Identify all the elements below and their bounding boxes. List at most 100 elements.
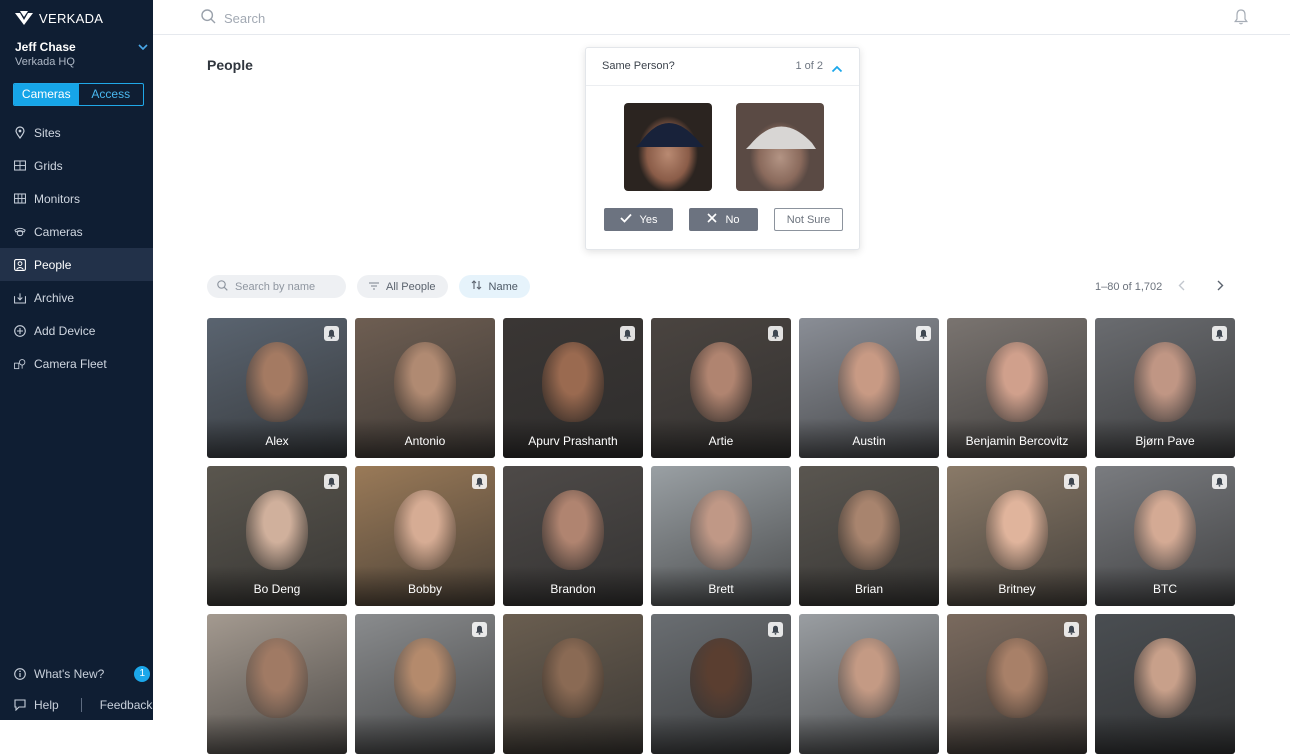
person-name: Brian xyxy=(854,582,883,596)
sidebar-item-archive[interactable]: Archive xyxy=(0,281,153,314)
popover-actions: Yes No Not Sure xyxy=(604,208,843,231)
person-card[interactable] xyxy=(651,614,791,754)
sidebar: VERKADA Jeff Chase Verkada HQ Cameras Ac… xyxy=(0,0,153,720)
person-photo xyxy=(542,638,604,719)
person-card[interactable] xyxy=(503,614,643,754)
person-card[interactable] xyxy=(1095,614,1235,754)
no-button[interactable]: No xyxy=(689,208,758,231)
pagination-range: 1–80 of 1,702 xyxy=(1095,281,1163,293)
product-switcher: Cameras Access xyxy=(13,83,144,106)
bell-icon[interactable] xyxy=(1064,474,1079,489)
bell-icon[interactable] xyxy=(472,474,487,489)
person-card[interactable] xyxy=(207,614,347,754)
bell-icon[interactable] xyxy=(472,622,487,637)
whats-new-label: What's New? xyxy=(34,666,105,681)
verkada-logo[interactable]: VERKADA xyxy=(15,10,103,26)
person-photo xyxy=(690,490,752,571)
people-grid: Alex Antonio Apurv Prashanth Artie Austin Ben… xyxy=(207,318,1238,754)
bell-icon[interactable] xyxy=(768,622,783,637)
person-photo xyxy=(542,490,604,571)
all-people-filter[interactable]: All People xyxy=(357,275,448,298)
sidebar-item-cameras[interactable]: Cameras xyxy=(0,215,153,248)
search-input[interactable]: Search xyxy=(224,11,265,26)
bell-icon[interactable] xyxy=(768,326,783,341)
caption-shade xyxy=(207,714,347,754)
person-card[interactable]: Artie xyxy=(651,318,791,458)
sort-icon xyxy=(471,280,482,293)
sidebar-item-label: People xyxy=(34,257,72,272)
divider xyxy=(80,697,82,712)
no-label: No xyxy=(725,213,740,226)
person-photo xyxy=(246,342,308,423)
bell-icon[interactable] xyxy=(620,326,635,341)
filter-icon xyxy=(369,281,379,293)
person-photo xyxy=(394,342,456,423)
person-card[interactable]: Bjørn Pave xyxy=(1095,318,1235,458)
sidebar-item-sites[interactable]: Sites xyxy=(0,116,153,149)
yes-label: Yes xyxy=(639,213,658,226)
bell-icon[interactable] xyxy=(1212,326,1227,341)
bell-icon[interactable] xyxy=(324,474,339,489)
person-name: Brandon xyxy=(550,582,596,596)
person-photo xyxy=(986,342,1048,423)
sidebar-item-grids[interactable]: Grids xyxy=(0,149,153,182)
user-menu[interactable]: Jeff Chase Verkada HQ xyxy=(15,40,150,68)
help-link[interactable]: Help xyxy=(34,698,59,712)
sidebar-item-people[interactable]: People xyxy=(0,248,153,281)
person-photo xyxy=(986,638,1048,719)
person-card[interactable]: Brandon xyxy=(503,466,643,606)
name-search[interactable]: Search by name xyxy=(207,275,346,298)
person-card[interactable]: Austin xyxy=(799,318,939,458)
chevron-right-icon[interactable] xyxy=(1217,280,1224,294)
feedback-link[interactable]: Feedback xyxy=(100,698,153,712)
bell-icon[interactable] xyxy=(916,326,931,341)
popover-count: 1 of 2 xyxy=(795,60,823,72)
filter-bar: Search by name All People Name xyxy=(207,275,530,298)
global-search[interactable]: Search xyxy=(201,9,265,27)
bell-icon[interactable] xyxy=(1212,474,1227,489)
person-card[interactable]: Bobby xyxy=(355,466,495,606)
person-photo xyxy=(838,490,900,571)
sidebar-item-monitors[interactable]: Monitors xyxy=(0,182,153,215)
access-tab[interactable]: Access xyxy=(79,84,144,105)
bell-icon[interactable] xyxy=(1234,9,1248,30)
all-people-label: All People xyxy=(386,280,436,293)
archive-icon xyxy=(14,292,26,304)
compare-photos xyxy=(624,103,824,191)
sidebar-item-camera-fleet[interactable]: Camera Fleet xyxy=(0,347,153,380)
not-sure-button[interactable]: Not Sure xyxy=(774,208,843,231)
person-card[interactable]: Apurv Prashanth xyxy=(503,318,643,458)
sort-button[interactable]: Name xyxy=(458,275,530,298)
person-card[interactable]: Britney xyxy=(947,466,1087,606)
person-icon xyxy=(14,258,26,271)
page-title: People xyxy=(207,57,253,73)
person-card[interactable]: Benjamin Bercovitz xyxy=(947,318,1087,458)
person-photo xyxy=(838,342,900,423)
verkada-logo-icon xyxy=(15,11,33,25)
chevron-down-icon[interactable] xyxy=(138,42,148,53)
person-card[interactable]: Brett xyxy=(651,466,791,606)
person-card[interactable] xyxy=(799,614,939,754)
chevron-up-icon[interactable] xyxy=(831,60,843,78)
person-card[interactable] xyxy=(947,614,1087,754)
cameras-tab[interactable]: Cameras xyxy=(14,84,79,105)
person-card[interactable] xyxy=(355,614,495,754)
person-name: Bjørn Pave xyxy=(1135,434,1195,448)
person-card[interactable]: Antonio xyxy=(355,318,495,458)
name-search-input[interactable]: Search by name xyxy=(235,281,315,293)
info-icon xyxy=(14,667,26,680)
plus-circle-icon xyxy=(14,324,26,337)
person-card[interactable]: Bo Deng xyxy=(207,466,347,606)
person-name: BTC xyxy=(1153,582,1177,596)
bell-icon[interactable] xyxy=(324,326,339,341)
person-card[interactable]: BTC xyxy=(1095,466,1235,606)
yes-button[interactable]: Yes xyxy=(604,208,673,231)
sidebar-item-add-device[interactable]: Add Device xyxy=(0,314,153,347)
caption-shade xyxy=(799,714,939,754)
person-name: Bo Deng xyxy=(253,582,301,596)
chevron-left-icon[interactable] xyxy=(1178,280,1185,294)
whats-new-link[interactable]: What's New? 1 xyxy=(0,658,153,689)
bell-icon[interactable] xyxy=(1064,622,1079,637)
person-card[interactable]: Brian xyxy=(799,466,939,606)
person-card[interactable]: Alex xyxy=(207,318,347,458)
